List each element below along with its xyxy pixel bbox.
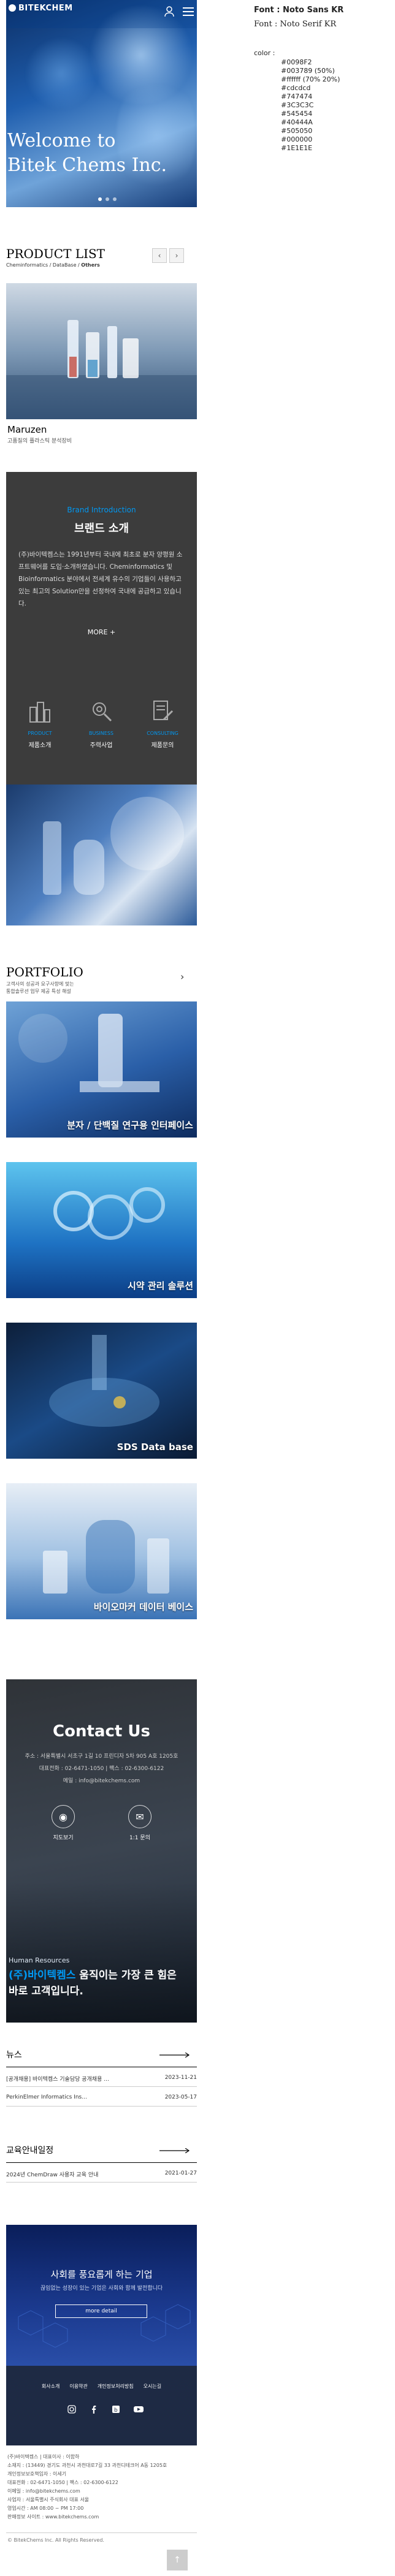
portfolio-item-3[interactable]: SDS Data base [6,1323,197,1459]
footer-link-terms[interactable]: 이용약관 [69,2383,87,2390]
footer-link-company[interactable]: 회사소개 [42,2383,59,2390]
education-title: 교육안내일정 [6,2146,54,2156]
portfolio-item-2-caption: 시약 관리 솔루션 [127,1280,193,1291]
youtube-icon[interactable] [134,2405,144,2414]
hamburger-menu-icon[interactable] [183,7,194,16]
spec-font-sans: Font : Noto Sans KR [254,6,344,15]
hr-headline: (주)바이텍켐스 움직이는 가장 큰 힘은 바로 고객입니다. [9,1969,177,1997]
copyright: © BitekChems Inc. All Rights Reserved. [7,2537,104,2543]
design-spec-panel: Font : Noto Sans KR Font : Noto Serif KR… [254,5,343,153]
spec-color: #1E1E1E [281,144,313,152]
banner-headline: 사회를 풍요롭게 하는 기업 [50,2269,153,2280]
blog-icon[interactable]: b [112,2405,120,2414]
spec-font-serif: Font : Noto Serif KR [254,20,337,29]
buildings-icon [29,702,50,723]
tile-consulting[interactable]: CONSULTING 제품문의 [132,699,193,749]
spec-color: #000000 [281,135,313,143]
news-title: 뉴스 [6,2050,22,2060]
tile-business-en: BUSINESS [89,731,113,736]
brand-lab-image [6,785,197,925]
cta-banner: 사회를 풍요롭게 하는 기업 끊임없는 성장이 있는 기업은 사회와 함께 발전… [6,2225,197,2366]
footer-link-location[interactable]: 오시는길 [144,2383,161,2390]
brand-title: 브랜드 소개 [74,522,129,535]
user-icon[interactable] [164,6,174,17]
spec-color: #3C3C3C [281,101,314,109]
hero-section: BITEKCHEM Welcome to Bitek Chems Inc. [6,0,197,207]
portfolio-title: PORTFOLIO [6,965,83,979]
product-list-title: PRODUCT LIST [6,246,105,261]
tile-business[interactable]: BUSINESS 주력사업 [71,699,132,749]
footer-link-privacy[interactable]: 개인정보처리방침 [98,2383,134,2390]
contact-section: Contact Us 주소 : 서울특별시 서초구 1길 10 프린디자 5차 … [6,1679,197,2023]
hr-label: Human Resources [9,1956,70,1964]
prev-arrow-button[interactable]: ‹ [152,248,167,263]
portfolio-item-2[interactable]: 시약 관리 솔루션 [6,1162,197,1298]
spec-color: #40444A [281,118,313,126]
spec-color-label: color : [254,49,275,57]
logo-text: BITEKCHEM [18,4,73,13]
product-breadcrumb: Cheminformatics / DataBase / Others [6,262,100,268]
tile-consulting-en: CONSULTING [147,731,178,736]
brand-section: Brand Introduction 브랜드 소개 (주)바이텍켐스는 1991… [6,472,197,925]
gear-search-icon [93,702,112,722]
news-row[interactable]: PerkinElmer Informatics Ins... 2023-05-17 [6,2087,197,2107]
education-row[interactable]: 2024년 ChemDraw 사용자 교육 안내 2021-01-27 [6,2163,197,2183]
product-image[interactable] [6,283,197,419]
portfolio-item-3-caption: SDS Data base [117,1442,193,1453]
tile-business-ko: 주력사업 [90,742,113,749]
map-pin-icon: ◉ [52,1805,75,1828]
hero-title: Welcome to Bitek Chems Inc. [7,130,167,176]
scroll-top-button[interactable]: ↑ [167,2550,188,2570]
spec-color: #ffffff (70% 20%) [281,75,340,83]
product-description: 고품질의 플라스틱 분석장비 [7,438,72,444]
portfolio-item-4[interactable]: 바이오마커 데이터 베이스 [6,1483,197,1619]
instagram-icon[interactable] [67,2405,76,2414]
portfolio-item-1[interactable]: 분자 / 단백질 연구용 인터페이스 [6,1001,197,1138]
tile-product[interactable]: PRODUCT 제품소개 [9,699,71,749]
contact-title: Contact Us [53,1722,150,1741]
portfolio-description: 고객사의 성공과 요구사항에 맞는 통합솔루션 업무 제공 특성 해설 [6,981,74,994]
inquiry-button[interactable]: ✉ 1:1 문의 [118,1805,161,1841]
spec-color: #0098F2 [281,58,312,66]
spec-color: #747474 [281,93,313,101]
svg-text:b: b [114,2407,118,2414]
spec-color: #003789 (50%) [281,67,335,75]
contact-email: 메일 : info@bitekchems.com [63,1778,140,1784]
contact-phone: 대표전화 : 02-6471-1050 | 팩스 : 02-6300-6122 [39,1766,164,1772]
brand-more-link[interactable]: MORE + [6,628,197,636]
hero-slider-dots[interactable] [98,197,117,201]
brand-body-text: (주)바이텍켐스는 1991년부터 국내에 최초로 분자 양평원 소프트웨어를 … [18,551,183,607]
contact-address: 주소 : 서울특별시 서초구 1길 10 프린디자 5차 905 A호 1205… [25,1753,178,1760]
facebook-icon[interactable] [90,2405,98,2414]
news-more-arrow-icon[interactable] [159,2053,190,2057]
tile-product-en: PRODUCT [28,731,52,736]
portfolio-item-1-caption: 분자 / 단백질 연구용 인터페이스 [67,1120,193,1131]
tile-consulting-ko: 제품문의 [151,742,174,749]
next-arrow-button[interactable]: › [169,248,184,263]
company-info: (주)바이텍켐스 | 대표이사 : 이함하 소재지 : (13449) 경기도 … [7,2454,167,2520]
banner-subtext: 끊임없는 성장이 있는 기업은 사회와 함께 발전합니다 [40,2285,163,2292]
spec-color: #545454 [281,110,313,118]
more-detail-button[interactable]: more detail [55,2304,147,2318]
news-row[interactable]: [공개채용] 바이텍켐스 기술담당 공개채용 ... 2023-11-21 [6,2067,197,2087]
spec-color: #505050 [281,127,313,135]
tile-product-ko: 제품소개 [28,742,52,749]
product-name[interactable]: Maruzen [7,424,47,435]
brand-english-title: Brand Introduction [67,506,136,514]
site-logo[interactable]: BITEKCHEM [9,4,73,13]
portfolio-more-arrow-icon[interactable]: › [180,971,184,982]
spec-color: #cdcdcd [281,84,311,92]
document-edit-icon [153,701,174,721]
footer-nav: 회사소개 이용약관 개인정보처리방침 오시는길 b [6,2366,197,2445]
education-more-arrow-icon[interactable] [159,2148,190,2153]
mail-icon: ✉ [128,1805,151,1828]
portfolio-item-4-caption: 바이오마커 데이터 베이스 [93,1601,193,1613]
map-view-button[interactable]: ◉ 지도보기 [42,1805,85,1841]
